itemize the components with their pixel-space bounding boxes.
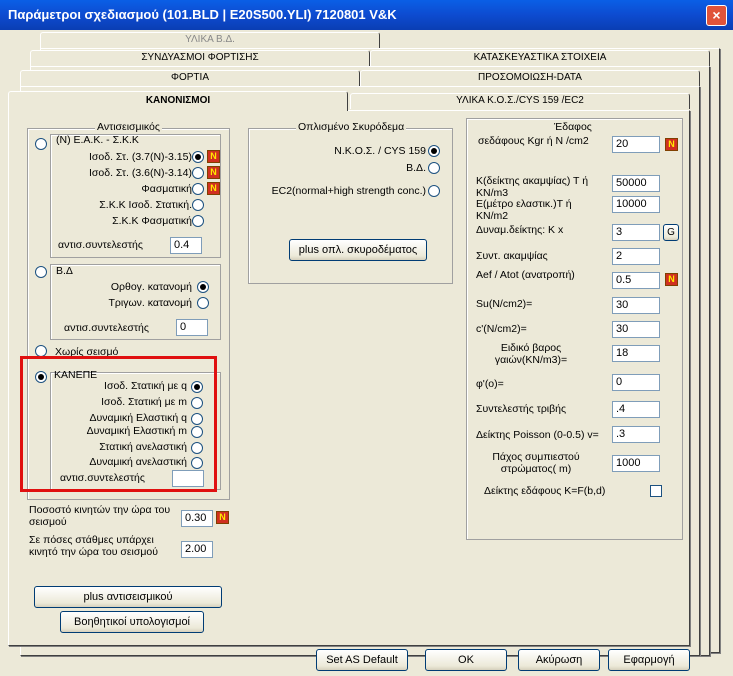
bd-coef-label: αντισ.συντελεστής bbox=[64, 322, 149, 334]
soil-phi-input[interactable]: 0 bbox=[612, 374, 660, 391]
concrete-opt-3-radio[interactable] bbox=[428, 185, 440, 197]
soil-k-input[interactable]: 50000 bbox=[612, 175, 660, 192]
bd-coef-input[interactable]: 0 bbox=[176, 319, 208, 336]
soil-poisson-label: Δείκτης Poisson (0-0.5) v= bbox=[476, 429, 599, 441]
eak-opt-1-radio[interactable] bbox=[192, 151, 204, 163]
concrete-opt-1-radio[interactable] bbox=[428, 145, 440, 157]
soil-kgr-label: σεδάφους Kgr ή N /cm2 bbox=[478, 135, 589, 147]
soil-friction-label: Συντελεστής τριβής bbox=[476, 403, 567, 415]
eak-opt-5-label: Σ.Κ.Κ Φασματική bbox=[112, 215, 192, 227]
soil-kfbd-checkbox[interactable] bbox=[650, 485, 662, 497]
plus-concrete-button[interactable]: plus οπλ. σκυροδέματος bbox=[289, 239, 427, 261]
soil-kx-input[interactable]: 3 bbox=[612, 224, 660, 241]
moving-pct-input[interactable]: 0.30 bbox=[181, 510, 213, 527]
moving-pct-n-icon[interactable]: N bbox=[216, 511, 229, 524]
soil-friction-input[interactable]: .4 bbox=[612, 401, 660, 418]
bd-opt-1-radio[interactable] bbox=[197, 281, 209, 293]
soil-poisson-input[interactable]: .3 bbox=[612, 426, 660, 443]
plus-seismic-button[interactable]: plus αντισεισμικού bbox=[34, 586, 222, 608]
bd-radio[interactable] bbox=[35, 266, 47, 278]
soil-phi-label: φ'(ο)= bbox=[476, 378, 504, 390]
soil-c-input[interactable]: 30 bbox=[612, 321, 660, 338]
soil-su-label: Su(N/cm2)= bbox=[476, 298, 533, 310]
cancel-button[interactable]: Ακύρωση bbox=[518, 649, 600, 671]
soil-aef-label: Aef / Atot (ανατροπή) bbox=[476, 269, 575, 281]
soil-weight-label: Ειδικό βαρος γαιών(KN/m3)= bbox=[494, 342, 568, 366]
eak-opt-1-label: Ισοδ. Στ. (3.7(Ν)-3.15) bbox=[89, 151, 192, 163]
soil-kfbd-label: Δείκτης εδάφους K=F(b,d) bbox=[484, 485, 606, 497]
aux-calc-button[interactable]: Βοηθητικοί υπολογισμοί bbox=[60, 611, 204, 633]
soil-thickness-input[interactable]: 1000 bbox=[612, 455, 660, 472]
eak-opt-2-label: Ισοδ. Στ. (3.6(Ν)-3.14) bbox=[89, 167, 192, 179]
eak-opt-2-radio[interactable] bbox=[192, 167, 204, 179]
floors-label: Σε πόσες στάθμες υπάρχει κινητό την ώρα … bbox=[29, 534, 158, 558]
soil-kx-g-button[interactable]: G bbox=[663, 224, 679, 241]
kanepe-highlight-box bbox=[20, 356, 217, 492]
concrete-group-title: Οπλισμένο Σκυρόδεμα bbox=[296, 121, 407, 133]
eak-opt-3-radio[interactable] bbox=[192, 183, 204, 195]
concrete-opt-2-label: Β.Δ. bbox=[406, 162, 426, 174]
concrete-opt-2-radio[interactable] bbox=[428, 162, 440, 174]
soil-stiff-label: Συντ. ακαμψίας bbox=[476, 250, 548, 262]
seismic-group-title: Αντισεισμικός bbox=[95, 121, 162, 133]
concrete-opt-1-label: Ν.Κ.Ο.Σ. / CYS 159 bbox=[334, 145, 426, 157]
soil-su-input[interactable]: 30 bbox=[612, 297, 660, 314]
eak-label: (Ν) Ε.Α.Κ. - Σ.Κ.Κ bbox=[56, 134, 139, 146]
soil-kgr-n-icon[interactable]: N bbox=[665, 138, 678, 151]
apply-button[interactable]: Εφαρμογή bbox=[608, 649, 690, 671]
eak-radio[interactable] bbox=[35, 138, 47, 150]
eak-opt-3-n-icon[interactable]: N bbox=[207, 182, 220, 195]
soil-aef-input[interactable]: 0.5 bbox=[612, 272, 660, 289]
moving-pct-label: Ποσοστό κινητών την ώρα του σεισμού bbox=[29, 504, 171, 528]
eak-opt-4-radio[interactable] bbox=[192, 199, 204, 211]
bd-opt-1-label: Ορθογ. κατανομή bbox=[110, 281, 192, 293]
soil-aef-n-icon[interactable]: N bbox=[665, 273, 678, 286]
ok-button[interactable]: OK bbox=[425, 649, 507, 671]
soil-c-label: c'(N/cm2)= bbox=[476, 323, 527, 335]
soil-thickness-label: Πάχος συμπιεστού στρώματος( m) bbox=[492, 451, 580, 475]
bd-label: Β.Δ bbox=[56, 265, 73, 277]
soil-e-label: Ε(μέτρο ελαστικ.)Τ ή KN/m2 bbox=[476, 198, 572, 222]
eak-opt-2-n-icon[interactable]: N bbox=[207, 166, 220, 179]
bd-opt-2-label: Τριγων. κατανομή bbox=[108, 297, 193, 309]
bd-opt-2-radio[interactable] bbox=[197, 297, 209, 309]
soil-k-label: Κ(δείκτης ακαμψίας) Τ ή KN/m3 bbox=[476, 175, 589, 199]
kanonismoi-content: Αντισεισμικός (Ν) Ε.Α.Κ. - Σ.Κ.Κ Ισοδ. Σ… bbox=[0, 0, 733, 676]
soil-group-title: Έδαφος bbox=[554, 121, 592, 133]
eak-opt-4-label: Σ.Κ.Κ Ισοδ. Στατική. bbox=[99, 199, 192, 211]
soil-kx-label: Δυναμ.δείκτης: K x bbox=[476, 224, 564, 236]
floors-input[interactable]: 2.00 bbox=[181, 541, 213, 558]
eak-coef-input[interactable]: 0.4 bbox=[170, 237, 202, 254]
soil-weight-input[interactable]: 18 bbox=[612, 345, 660, 362]
eak-opt-5-radio[interactable] bbox=[192, 215, 204, 227]
eak-coef-label: αντισ.συντελεστής bbox=[58, 239, 143, 251]
concrete-opt-3-label: EC2(normal+high strength conc.) bbox=[271, 185, 426, 197]
soil-stiff-input[interactable]: 2 bbox=[612, 248, 660, 265]
soil-e-input[interactable]: 10000 bbox=[612, 196, 660, 213]
set-default-button[interactable]: Set AS Default bbox=[316, 649, 408, 671]
eak-opt-1-n-icon[interactable]: N bbox=[207, 150, 220, 163]
eak-opt-3-label: Φασματική bbox=[141, 183, 192, 195]
soil-kgr-input[interactable]: 20 bbox=[612, 136, 660, 153]
